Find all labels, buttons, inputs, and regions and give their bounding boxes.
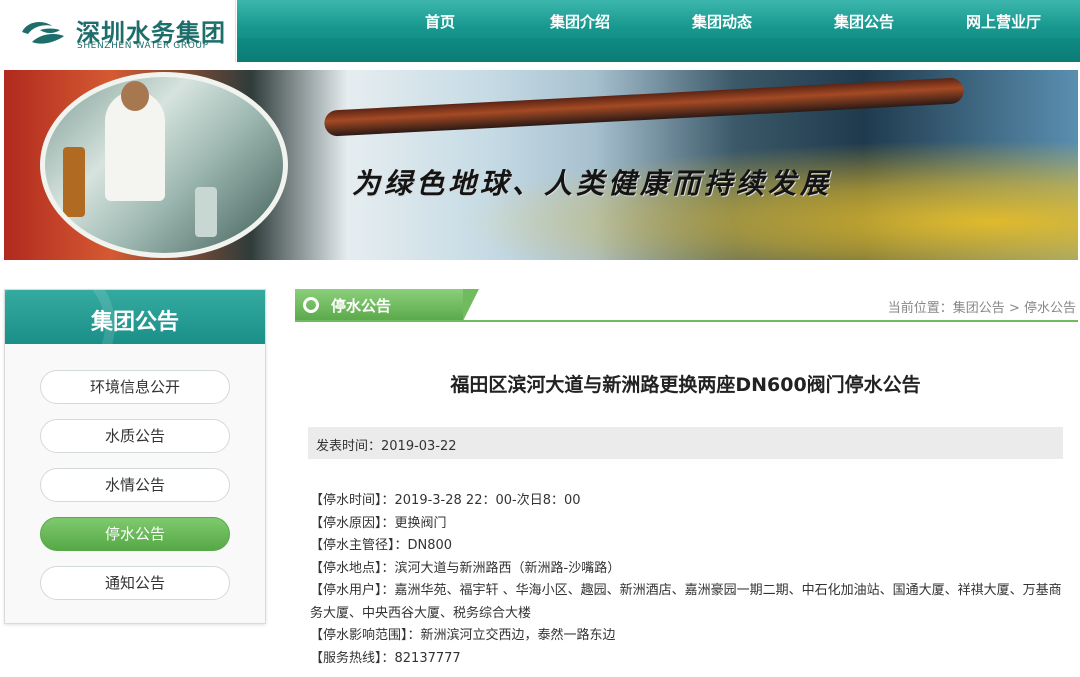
nav-group-intro[interactable]: 集团介绍 (550, 11, 610, 32)
detail-line-reason: 【停水原因】：更换阀门 (310, 515, 447, 531)
detail-line-affected-users: 【停水用户】：嘉洲华苑、福宇轩 、华海小区、趣园、新洲酒店、嘉洲豪园一期二期、中… (310, 583, 1062, 621)
detail-line-impact-range: 【停水影响范围】：新洲滨河立交西边，泰然一路东边 (310, 628, 616, 643)
site-header: 深圳水务集团 SHENZHEN WATER GROUP 首页 集团介绍 集团动态… (0, 0, 1080, 62)
nav-group-notices[interactable]: 集团公告 (834, 11, 894, 32)
sidebar-item-notifications[interactable]: 通知公告 (40, 566, 230, 600)
logo[interactable]: 深圳水务集团 SHENZHEN WATER GROUP (0, 0, 236, 62)
publish-date: 发表时间：2019-03-22 (316, 439, 457, 454)
nav-home[interactable]: 首页 (425, 11, 455, 32)
detail-line-pipe-size: 【停水主管径】：DN800 (310, 538, 453, 553)
logo-english-name: SHENZHEN WATER GROUP (77, 41, 209, 51)
section-tab: 停水公告 (295, 289, 479, 321)
breadcrumb: 当前位置：集团公告 > 停水公告 (888, 297, 1076, 316)
nav-band (237, 38, 1080, 62)
sidebar-item-water-outage[interactable]: 停水公告 (40, 517, 230, 551)
breadcrumb-link-notices[interactable]: 集团公告 (953, 301, 1005, 316)
detail-line-location: 【停水地点】：滨河大道与新洲路西（新洲路-沙嘴路） (310, 560, 621, 576)
circle-bullet-icon (303, 297, 319, 313)
publish-date-bar: 发表时间：2019-03-22 (308, 427, 1063, 459)
scientist-head (121, 81, 149, 111)
section-divider (295, 320, 1078, 322)
lab-beaker (195, 187, 217, 237)
article-title: 福田区滨河大道与新洲路更换两座DN600阀门停水公告 (450, 374, 921, 396)
water-drop-logo-icon (22, 22, 64, 44)
sidebar-item-water-status[interactable]: 水情公告 (40, 468, 230, 502)
lab-scientist-photo (40, 72, 288, 258)
detail-line-hotline: 【服务热线】：82137777 (310, 650, 461, 666)
sidebar: 集团公告 环境信息公开 水质公告 水情公告 停水公告 通知公告 (4, 289, 266, 624)
detail-line-outage-time: 【停水时间】：2019-3-28 22：00-次日8：00 (310, 493, 581, 508)
section-tab-label: 停水公告 (331, 297, 392, 315)
sidebar-item-environment-info[interactable]: 环境信息公开 (40, 370, 230, 404)
hero-banner: 为绿色地球、人类健康而持续发展 (4, 70, 1078, 260)
breadcrumb-separator: > (1004, 301, 1024, 316)
sidebar-header: 集团公告 (5, 290, 265, 344)
sidebar-item-water-quality[interactable]: 水质公告 (40, 419, 230, 453)
banner-slogan: 为绿色地球、人类健康而持续发展 (352, 167, 833, 200)
sidebar-title: 集团公告 (91, 310, 180, 335)
breadcrumb-link-outage[interactable]: 停水公告 (1024, 301, 1076, 316)
lab-bottle (63, 147, 85, 217)
breadcrumb-prefix: 当前位置： (887, 301, 953, 316)
article-body: 【停水时间】：2019-3-28 22：00-次日8：00 【停水原因】：更换阀… (310, 490, 1065, 670)
nav-online-service[interactable]: 网上营业厅 (966, 11, 1041, 32)
nav-group-news[interactable]: 集团动态 (692, 11, 752, 32)
